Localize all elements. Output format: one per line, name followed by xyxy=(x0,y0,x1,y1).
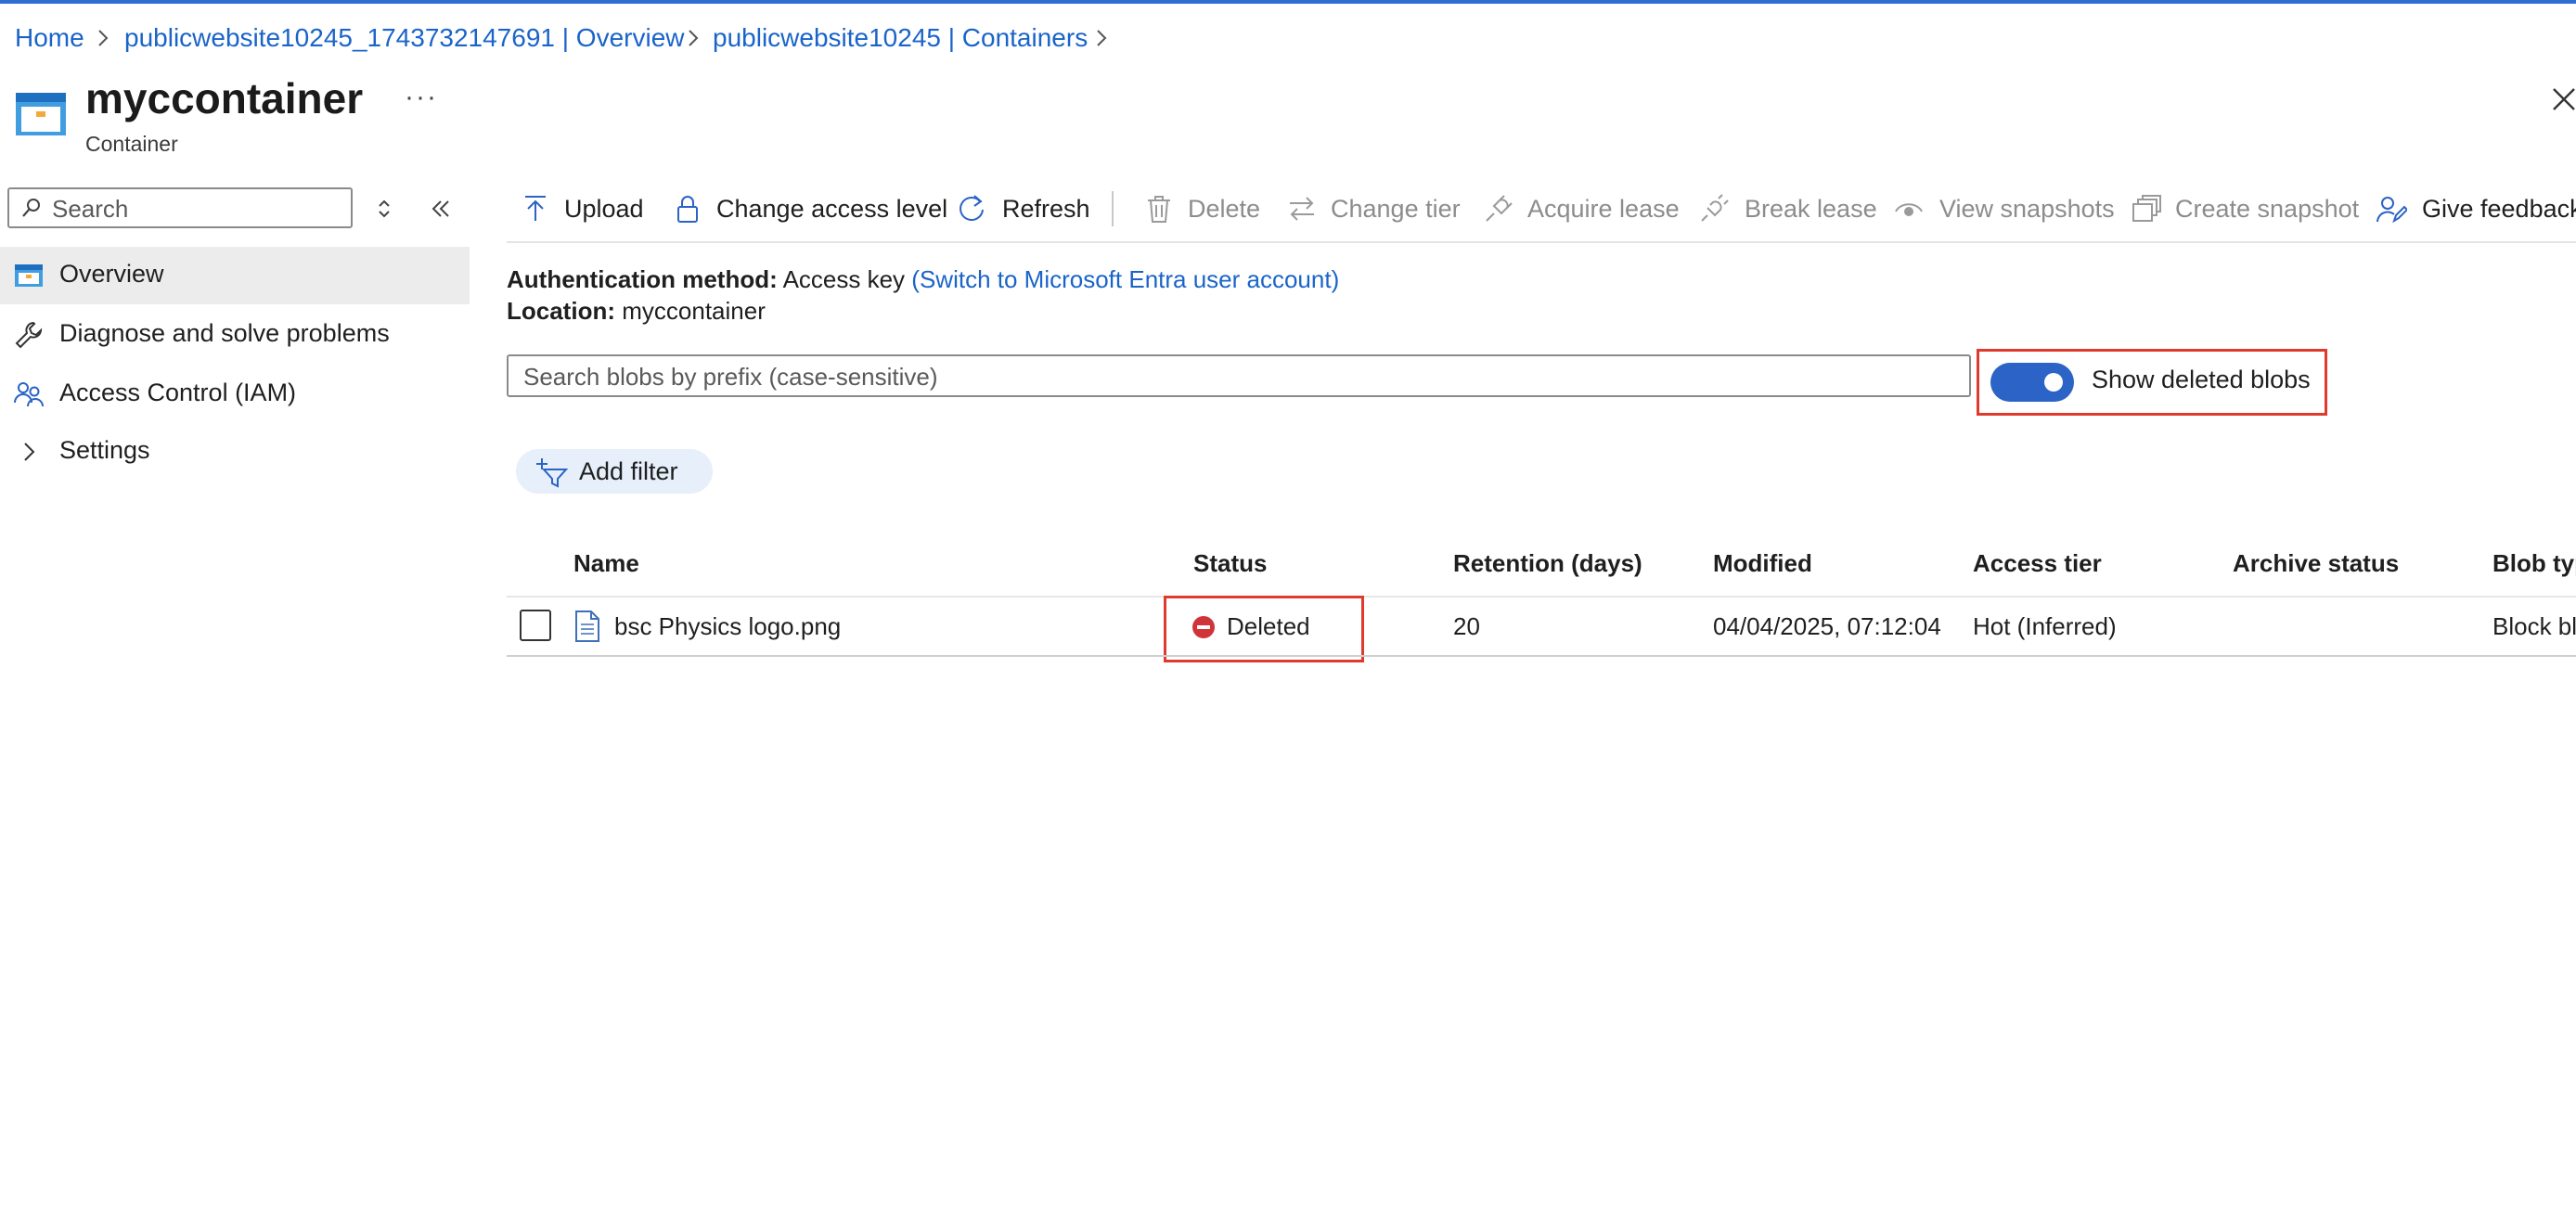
add-filter-icon xyxy=(536,458,568,488)
location-label: Location: xyxy=(507,297,615,325)
sidebar-item-label: Access Control (IAM) xyxy=(59,379,297,406)
snapshot-icon xyxy=(2132,195,2161,222)
blob-name-link[interactable]: bsc Physics logo.png xyxy=(614,612,841,641)
show-deleted-blobs-label: Show deleted blobs xyxy=(2092,366,2311,393)
add-filter-button[interactable]: Add filter xyxy=(516,449,713,494)
blob-search-placeholder: Search blobs by prefix (case-sensitive) xyxy=(523,363,938,391)
delete-button[interactable]: Delete xyxy=(1143,189,1264,230)
trash-icon xyxy=(1148,196,1170,223)
blob-retention: 20 xyxy=(1453,612,1480,640)
top-accent-line xyxy=(0,0,2576,4)
break-lease-button[interactable]: Break lease xyxy=(1698,189,1877,230)
change-access-level-label: Change access level xyxy=(716,195,948,223)
chevron-right-icon xyxy=(1097,30,1107,46)
sidebar-item-iam[interactable]: Access Control (IAM) xyxy=(0,366,470,423)
location-value: myccontainer xyxy=(622,297,766,325)
create-snapshot-label: Create snapshot xyxy=(2175,195,2360,223)
upload-label: Upload xyxy=(564,195,644,223)
blob-access-tier: Hot (Inferred) xyxy=(1973,612,2117,640)
switch-auth-link[interactable]: (Switch to Microsoft Entra user account) xyxy=(911,265,1339,293)
broken-plug-icon xyxy=(1701,194,1729,222)
column-header-name[interactable]: Name xyxy=(573,549,639,578)
container-icon xyxy=(15,264,43,287)
refresh-label: Refresh xyxy=(1002,195,1090,223)
row-checkbox[interactable] xyxy=(520,610,551,641)
upload-icon xyxy=(525,196,546,221)
people-icon xyxy=(14,382,44,407)
more-options-button[interactable]: ··· xyxy=(405,82,438,113)
lock-icon xyxy=(677,196,698,223)
toolbar-divider xyxy=(1112,191,1114,226)
refresh-icon xyxy=(960,195,984,221)
auth-method-label: Authentication method: xyxy=(507,265,778,293)
auth-method-value: Access key xyxy=(782,265,906,293)
blob-modified: 04/04/2025, 07:12:04 xyxy=(1713,612,1941,640)
show-deleted-blobs-toggle[interactable] xyxy=(1990,363,2074,402)
deleted-status-icon xyxy=(1192,616,1215,638)
chevron-right-icon xyxy=(24,443,35,461)
file-icon xyxy=(575,610,599,642)
acquire-lease-label: Acquire lease xyxy=(1527,195,1680,223)
close-icon[interactable] xyxy=(2550,85,2576,113)
delete-label: Delete xyxy=(1188,195,1261,223)
sidebar-item-overview[interactable]: Overview xyxy=(0,247,470,304)
sort-updown-icon[interactable] xyxy=(375,197,393,221)
change-tier-label: Change tier xyxy=(1331,195,1461,223)
sidebar-search-placeholder: Search xyxy=(52,195,129,223)
sidebar-item-label: Settings xyxy=(59,436,150,464)
auth-method-row: Authentication method: Access key (Switc… xyxy=(507,263,1339,295)
blob-prefix-search-input[interactable]: Search blobs by prefix (case-sensitive) xyxy=(507,354,1971,397)
chevron-right-icon xyxy=(98,30,109,46)
chevron-right-icon xyxy=(689,30,699,46)
table-row-divider xyxy=(507,655,2576,657)
sidebar-item-label: Overview xyxy=(59,260,164,288)
feedback-icon xyxy=(2376,197,2407,224)
container-icon xyxy=(16,93,66,135)
sidebar-item-diagnose[interactable]: Diagnose and solve problems xyxy=(0,306,470,364)
column-header-archive-status[interactable]: Archive status xyxy=(2233,549,2399,578)
create-snapshot-button[interactable]: Create snapshot xyxy=(2131,189,2359,230)
breadcrumb-containers[interactable]: publicwebsite10245 | Containers xyxy=(713,20,1088,56)
change-access-level-button[interactable]: Change access level xyxy=(672,189,947,230)
table-header-divider xyxy=(507,596,2576,598)
sidebar-item-settings[interactable]: Settings xyxy=(0,423,470,481)
upload-button[interactable]: Upload xyxy=(520,189,650,230)
column-header-retention[interactable]: Retention (days) xyxy=(1453,549,1642,578)
search-icon xyxy=(22,199,40,217)
give-feedback-button[interactable]: Give feedback xyxy=(2376,189,2576,230)
plug-icon xyxy=(1486,195,1513,222)
page-subtitle: Container xyxy=(85,132,178,156)
give-feedback-label: Give feedback xyxy=(2422,195,2576,223)
location-row: Location: myccontainer xyxy=(507,295,766,327)
blob-type: Block bl xyxy=(2492,612,2576,640)
column-header-modified[interactable]: Modified xyxy=(1713,549,1812,578)
change-tier-button[interactable]: Change tier xyxy=(1286,189,1462,230)
view-snapshots-button[interactable]: View snapshots xyxy=(1893,189,2115,230)
break-lease-label: Break lease xyxy=(1745,195,1877,223)
column-header-status[interactable]: Status xyxy=(1193,549,1267,578)
acquire-lease-button[interactable]: Acquire lease xyxy=(1483,189,1680,230)
add-filter-label: Add filter xyxy=(579,457,678,485)
refresh-button[interactable]: Refresh xyxy=(956,189,1095,230)
page-title: myccontainer xyxy=(85,74,364,122)
column-header-blob-type[interactable]: Blob typ xyxy=(2492,549,2576,578)
swap-icon xyxy=(1290,197,1314,221)
eye-icon xyxy=(1895,203,1923,216)
sidebar-search-input[interactable]: Search xyxy=(7,187,353,228)
collapse-sidebar-icon[interactable] xyxy=(429,197,453,221)
wrench-icon xyxy=(15,321,43,349)
toggle-knob xyxy=(2044,373,2063,392)
view-snapshots-label: View snapshots xyxy=(1939,195,2115,223)
toolbar-separator xyxy=(507,241,2576,243)
sidebar-item-label: Diagnose and solve problems xyxy=(59,319,390,347)
breadcrumb-storage-account[interactable]: publicwebsite10245_1743732147691 | Overv… xyxy=(124,20,685,56)
blob-status: Deleted xyxy=(1227,612,1310,640)
breadcrumb-home[interactable]: Home xyxy=(15,20,84,56)
column-header-access-tier[interactable]: Access tier xyxy=(1973,549,2102,578)
